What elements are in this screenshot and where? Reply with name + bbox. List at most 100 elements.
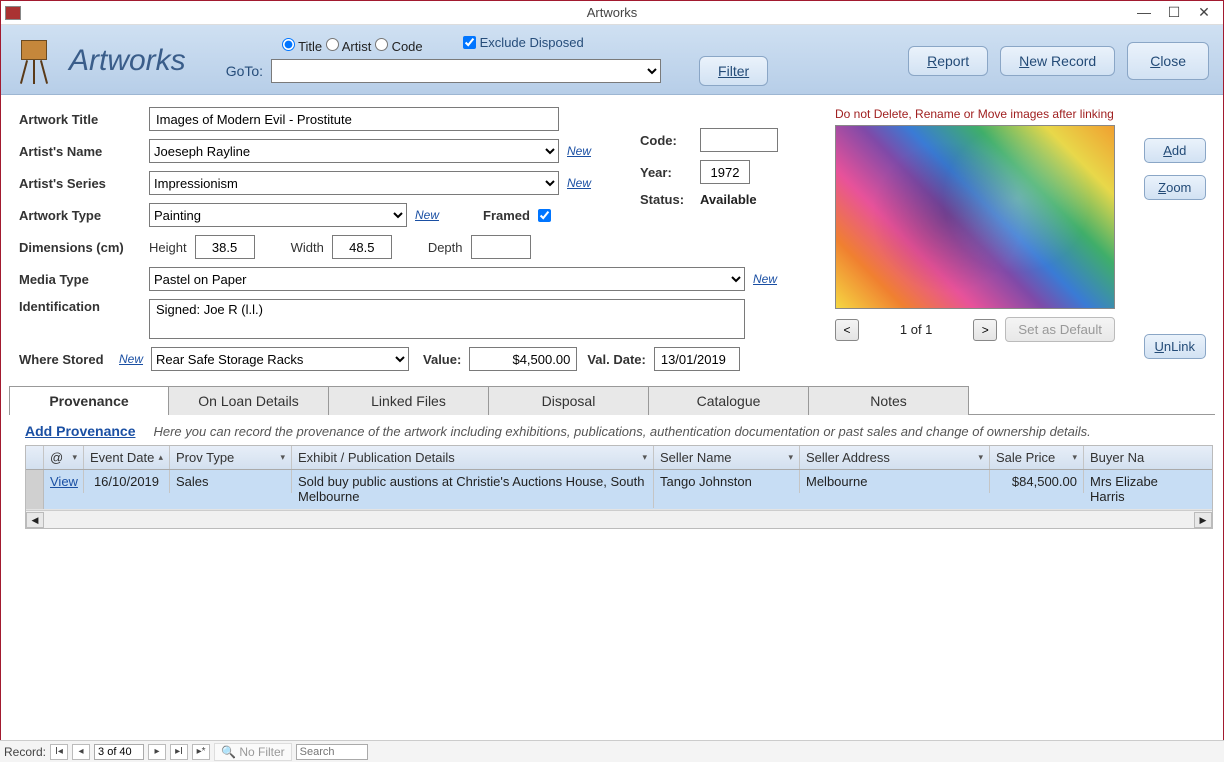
- type-combo[interactable]: Painting: [149, 203, 407, 227]
- nav-next-button[interactable]: ▸: [148, 744, 166, 760]
- column-addr[interactable]: Seller Address▾: [800, 446, 990, 469]
- tab-onloan[interactable]: On Loan Details: [169, 386, 329, 415]
- artwork-image: [835, 125, 1115, 309]
- record-search-input[interactable]: [296, 744, 368, 760]
- column-date[interactable]: Event Date▴: [84, 446, 170, 469]
- new-media-link[interactable]: New: [753, 272, 777, 286]
- easel-icon: [15, 36, 55, 86]
- radio-artist[interactable]: Artist: [326, 39, 372, 54]
- depth-input[interactable]: [471, 235, 531, 259]
- label-type: Artwork Type: [19, 208, 149, 223]
- no-filter-indicator: 🔍 No Filter: [214, 743, 292, 761]
- new-location-link[interactable]: New: [119, 352, 143, 366]
- label-depth: Depth: [428, 240, 463, 255]
- width-input[interactable]: [332, 235, 392, 259]
- record-label: Record:: [4, 745, 46, 759]
- set-default-button[interactable]: Set as Default: [1005, 317, 1115, 342]
- status-value: Available: [700, 192, 757, 207]
- nav-prev-button[interactable]: ◂: [72, 744, 90, 760]
- label-status: Status:: [640, 192, 692, 207]
- label-height: Height: [149, 240, 187, 255]
- scroll-left-icon[interactable]: ◀: [26, 512, 44, 528]
- media-combo[interactable]: Pastel on Paper: [149, 267, 745, 291]
- series-combo[interactable]: Impressionism: [149, 171, 559, 195]
- new-artist-link[interactable]: New: [567, 144, 591, 158]
- radio-code[interactable]: Code: [375, 39, 423, 54]
- page-title: Artworks: [69, 44, 186, 78]
- label-framed: Framed: [483, 208, 530, 223]
- valdate-input[interactable]: [654, 347, 740, 371]
- column-selector[interactable]: [26, 446, 44, 469]
- radio-title[interactable]: Title: [282, 39, 322, 54]
- label-media: Media Type: [19, 272, 149, 287]
- goto-combo[interactable]: [271, 59, 661, 83]
- record-number-input[interactable]: [94, 744, 144, 760]
- maximize-button[interactable]: ☐: [1159, 4, 1189, 21]
- add-provenance-link[interactable]: Add Provenance: [25, 423, 135, 439]
- app-icon: [5, 6, 21, 20]
- exclude-disposed-checkbox[interactable]: Exclude Disposed: [463, 35, 584, 50]
- provenance-description: Here you can record the provenance of th…: [153, 424, 1090, 439]
- minimize-button[interactable]: —: [1129, 4, 1159, 21]
- framed-checkbox[interactable]: [538, 209, 551, 222]
- tab-provenance[interactable]: Provenance: [9, 386, 169, 415]
- column-at[interactable]: @▾: [44, 446, 84, 469]
- view-link[interactable]: View: [50, 474, 78, 489]
- add-image-button[interactable]: Add: [1144, 138, 1206, 163]
- image-prev-button[interactable]: <: [835, 319, 859, 341]
- status-bar: Record: I◂ ◂ ▸ ▸I ▸* 🔍 No Filter: [0, 740, 1224, 762]
- new-series-link[interactable]: New: [567, 176, 591, 190]
- close-window-button[interactable]: ✕: [1189, 4, 1219, 21]
- tab-notes[interactable]: Notes: [809, 386, 969, 415]
- new-record-button[interactable]: New Record: [1000, 46, 1115, 76]
- column-price[interactable]: Sale Price▾: [990, 446, 1084, 469]
- image-warning: Do not Delete, Rename or Move images aft…: [835, 107, 1209, 121]
- label-identification: Identification: [19, 299, 149, 314]
- label-dimensions: Dimensions (cm): [19, 240, 149, 255]
- table-row[interactable]: View16/10/2019SalesSold buy public austi…: [26, 470, 1212, 510]
- column-type[interactable]: Prov Type▾: [170, 446, 292, 469]
- tab-disposal[interactable]: Disposal: [489, 386, 649, 415]
- height-input[interactable]: [195, 235, 255, 259]
- title-bar: Artworks — ☐ ✕: [1, 1, 1223, 25]
- tabs-row: Provenance On Loan Details Linked Files …: [9, 385, 1215, 415]
- close-form-button[interactable]: Close: [1127, 42, 1209, 80]
- provenance-grid: @▾ Event Date▴ Prov Type▾ Exhibit / Publ…: [25, 445, 1213, 529]
- label-width: Width: [291, 240, 324, 255]
- column-buyer[interactable]: Buyer Na: [1084, 446, 1166, 469]
- artist-combo[interactable]: Joeseph Rayline: [149, 139, 559, 163]
- label-artist: Artist's Name: [19, 144, 149, 159]
- code-input[interactable]: [700, 128, 778, 152]
- label-year: Year:: [640, 165, 692, 180]
- year-input[interactable]: [700, 160, 750, 184]
- unlink-image-button[interactable]: UnLink: [1144, 334, 1206, 359]
- image-pager-label: 1 of 1: [867, 322, 965, 337]
- filter-button[interactable]: Filter: [699, 56, 768, 86]
- label-value: Value:: [423, 352, 461, 367]
- grid-hscroll[interactable]: ◀ ▶: [26, 510, 1212, 528]
- identification-input[interactable]: Signed: Joe R (l.l.): [149, 299, 745, 339]
- label-title: Artwork Title: [19, 112, 149, 127]
- tab-catalogue[interactable]: Catalogue: [649, 386, 809, 415]
- goto-label: GoTo:: [226, 63, 263, 79]
- window-title: Artworks: [587, 5, 638, 20]
- label-series: Artist's Series: [19, 176, 149, 191]
- nav-last-button[interactable]: ▸I: [170, 744, 188, 760]
- column-details[interactable]: Exhibit / Publication Details▾: [292, 446, 654, 469]
- nav-new-button[interactable]: ▸*: [192, 744, 210, 760]
- where-stored-combo[interactable]: Rear Safe Storage Racks: [151, 347, 409, 371]
- label-valdate: Val. Date:: [587, 352, 646, 367]
- zoom-image-button[interactable]: Zoom: [1144, 175, 1206, 200]
- image-next-button[interactable]: >: [973, 319, 997, 341]
- artwork-title-input[interactable]: [149, 107, 559, 131]
- scroll-right-icon[interactable]: ▶: [1194, 512, 1212, 528]
- search-by-radios: Title Artist Code: [282, 38, 423, 54]
- new-type-link[interactable]: New: [415, 208, 439, 222]
- tab-linkedfiles[interactable]: Linked Files: [329, 386, 489, 415]
- report-button[interactable]: Report: [908, 46, 988, 76]
- label-code: Code:: [640, 133, 692, 148]
- label-where-stored: Where Stored: [19, 352, 119, 367]
- column-seller[interactable]: Seller Name▾: [654, 446, 800, 469]
- value-input[interactable]: [469, 347, 577, 371]
- nav-first-button[interactable]: I◂: [50, 744, 68, 760]
